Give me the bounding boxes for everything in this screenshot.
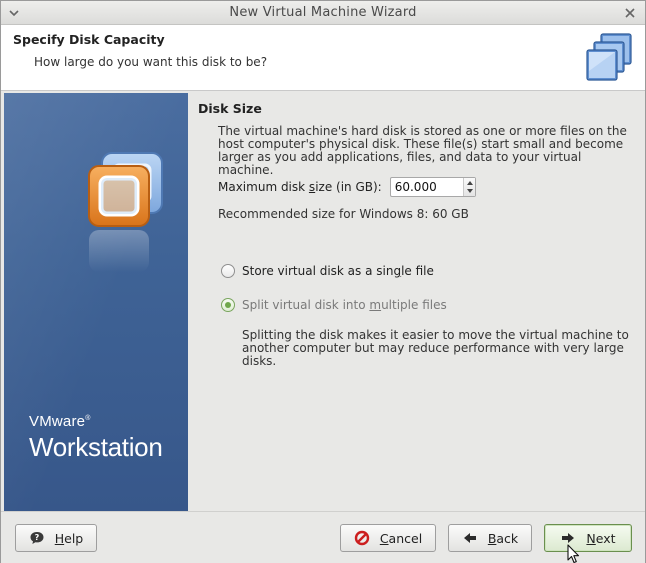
brand-vmware: VMware® xyxy=(29,413,163,430)
multi-label-after: ultiple files xyxy=(381,298,447,312)
window-title: New Virtual Machine Wizard xyxy=(229,5,417,20)
arrow-left-icon xyxy=(463,533,476,543)
vm-stack-icon xyxy=(586,33,632,81)
wizard-window: New Virtual Machine Wizard Specify Disk … xyxy=(0,0,646,563)
vmware-banner: VMware® Workstation xyxy=(4,93,188,511)
help-rest: elp xyxy=(64,530,84,546)
cancel-rest: ancel xyxy=(388,530,423,546)
mouse-cursor-icon xyxy=(567,544,580,563)
next-rest: ext xyxy=(595,530,616,546)
max-size-label: Maximum disk size (in GB): xyxy=(218,180,382,194)
cancel-label: Cancel xyxy=(380,531,422,546)
max-label-after: ize (in GB): xyxy=(315,180,382,194)
spinbox-arrows[interactable] xyxy=(462,178,475,196)
brand-workstation: Workstation xyxy=(29,432,163,462)
option-multiple-files[interactable]: Split virtual disk into multiple files xyxy=(221,298,447,312)
cancel-icon xyxy=(354,530,370,546)
help-label: Help xyxy=(55,531,84,546)
multi-label-before: Split virtual disk into xyxy=(242,298,370,312)
recommended-size: Recommended size for Windows 8: 60 GB xyxy=(218,207,469,221)
title-bar[interactable]: New Virtual Machine Wizard xyxy=(1,1,645,25)
brand-line1: VMware xyxy=(29,413,86,430)
next-label: Next xyxy=(586,531,615,546)
svg-text:?: ? xyxy=(34,533,39,542)
help-mnemonic: H xyxy=(54,530,65,546)
single-label-before: Store virtual disk as a sin xyxy=(242,264,394,278)
multiple-files-radio[interactable] xyxy=(221,298,235,312)
brand-registered-mark: ® xyxy=(85,415,91,422)
vmware-logo-icon xyxy=(88,152,163,272)
help-icon: ? xyxy=(30,532,44,544)
spin-up-icon[interactable] xyxy=(466,181,473,185)
spin-down-icon[interactable] xyxy=(466,189,473,193)
multiple-files-label[interactable]: Split virtual disk into multiple files xyxy=(242,298,447,312)
max-size-row: Maximum disk size (in GB): 60.000 xyxy=(218,177,476,197)
single-label-mnemonic: g xyxy=(393,264,402,278)
close-icon[interactable] xyxy=(624,7,636,19)
next-mnemonic: N xyxy=(586,530,596,546)
next-button[interactable]: Next xyxy=(544,524,632,552)
multi-label-mnemonic: m xyxy=(369,298,382,312)
product-brand: VMware® Workstation xyxy=(29,413,163,463)
disk-size-spinbox[interactable]: 60.000 xyxy=(389,177,476,197)
disk-size-value[interactable]: 60.000 xyxy=(395,180,437,194)
cancel-button[interactable]: Cancel xyxy=(340,524,436,552)
max-label-before: Maximum disk xyxy=(218,180,309,194)
back-button[interactable]: Back xyxy=(448,524,532,552)
option-single-file[interactable]: Store virtual disk as a single file xyxy=(221,264,434,278)
single-file-radio[interactable] xyxy=(221,264,235,278)
disk-size-panel: Disk Size The virtual machine's hard dis… xyxy=(188,93,645,511)
back-label: Back xyxy=(488,531,518,546)
section-title: Disk Size xyxy=(198,101,262,116)
page-title: Specify Disk Capacity xyxy=(13,32,165,47)
back-rest: ack xyxy=(496,530,519,546)
page-subtitle: How large do you want this disk to be? xyxy=(34,55,268,69)
single-label-after: le file xyxy=(401,264,434,278)
single-file-label[interactable]: Store virtual disk as a single file xyxy=(242,264,434,278)
disk-description: The virtual machine's hard disk is store… xyxy=(218,124,627,177)
cancel-mnemonic: C xyxy=(379,530,389,546)
help-button[interactable]: ? Help xyxy=(15,524,97,552)
wizard-footer: ? Help Cancel Back Next xyxy=(1,511,645,563)
wizard-header: Specify Disk Capacity How large do you w… xyxy=(1,25,645,91)
split-description: Splitting the disk makes it easier to mo… xyxy=(242,328,629,368)
